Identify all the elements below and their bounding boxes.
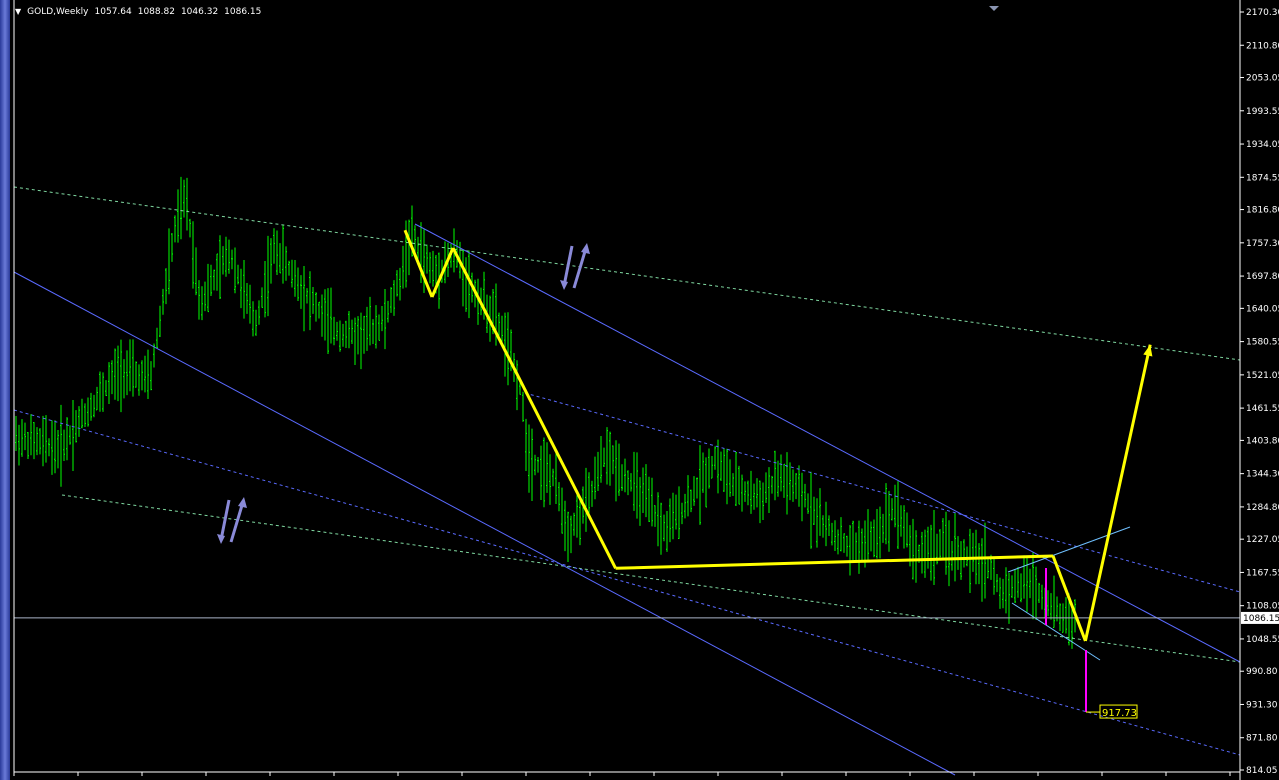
- trend-lines: [13, 186, 1241, 776]
- price-tick-label: 1403.80: [1246, 436, 1279, 446]
- price-tick-label: 1167.55: [1246, 568, 1279, 578]
- price-tick-label: 1757.30: [1246, 239, 1279, 249]
- price-tick-label: 1874.55: [1246, 173, 1279, 183]
- chart-header: ▼ GOLD,Weekly 1057.64 1088.82 1046.32 10…: [15, 7, 261, 17]
- price-tick-label: 1521.05: [1246, 371, 1279, 381]
- price-tick-label: 1227.05: [1246, 535, 1279, 545]
- price-tick-label: 1344.30: [1246, 470, 1279, 480]
- price-chart[interactable]: 2170.30 2110.80 2053.05 1993.55 1934.05 1874.…: [0, 0, 1279, 780]
- price-tick-label: 931.30: [1246, 700, 1278, 710]
- arrow-pair-top-icon-up: [572, 247, 588, 289]
- price-tick-label: 1993.55: [1246, 107, 1279, 117]
- arrow-pair-top-icon-up-head: [581, 243, 590, 254]
- price-tick-label: 2053.05: [1246, 74, 1279, 84]
- price-bars: [15, 176, 1076, 649]
- price-tick-label: 1934.05: [1246, 140, 1279, 150]
- arrow-pair-left-icon-up-head: [238, 497, 247, 508]
- arrow-pair-top-icon-down-head: [560, 280, 568, 290]
- price-tick-label: 1697.80: [1246, 272, 1279, 282]
- price-tick-label: 2110.80: [1246, 41, 1279, 51]
- arrow-pair-left-icon-down-head: [217, 534, 225, 544]
- high-value: 1088.82: [137, 7, 175, 17]
- lower-channel-dashed: [13, 409, 1241, 756]
- symbol-label: GOLD,Weekly: [27, 7, 89, 17]
- dropdown-triangle-icon[interactable]: ▼: [15, 7, 21, 17]
- price-tick-label: 1816.80: [1246, 206, 1279, 216]
- arrow-pair-top-icon-down: [562, 245, 574, 287]
- close-value: 1086.15: [224, 7, 262, 17]
- target-label: 917.73: [1102, 708, 1137, 719]
- price-tick-label: 1640.05: [1246, 304, 1279, 314]
- arrow-pair-left-icon-up: [229, 501, 245, 543]
- chart-window[interactable]: 2170.30 2110.80 2053.05 1993.55 1934.05 1874.…: [0, 0, 1279, 780]
- price-tick-label: 2170.30: [1246, 8, 1279, 18]
- price-tick-label: 814.05: [1246, 766, 1278, 776]
- current-price-label: 1086.15: [1243, 614, 1279, 624]
- period-marker-icon: [989, 6, 999, 11]
- small-channel-top: [1007, 526, 1131, 573]
- zigzag-segment: [1083, 344, 1152, 642]
- zigzag-segment: [615, 554, 1054, 570]
- upper-channel-solid: [414, 223, 1241, 663]
- price-tick-label: 990.80: [1246, 667, 1278, 677]
- low-value: 1046.32: [180, 7, 219, 17]
- open-value: 1057.64: [94, 7, 132, 17]
- zigzag-projection: [403, 229, 1153, 642]
- price-tick-label: 1461.55: [1246, 404, 1279, 414]
- arrow-pair-left-icon-down: [219, 499, 231, 541]
- price-tick-label: 1048.55: [1246, 635, 1279, 645]
- upper-trend-line: [13, 186, 1241, 361]
- price-axis: 2170.30 2110.80 2053.05 1993.55 1934.05 1874.…: [13, 0, 1279, 780]
- price-tick-label: 1284.80: [1246, 503, 1279, 513]
- zigzag-segment: [430, 247, 455, 298]
- price-tick-label: 1580.55: [1246, 338, 1279, 348]
- price-tick-label: 1108.05: [1246, 602, 1279, 612]
- price-tick-label: 871.80: [1246, 734, 1278, 744]
